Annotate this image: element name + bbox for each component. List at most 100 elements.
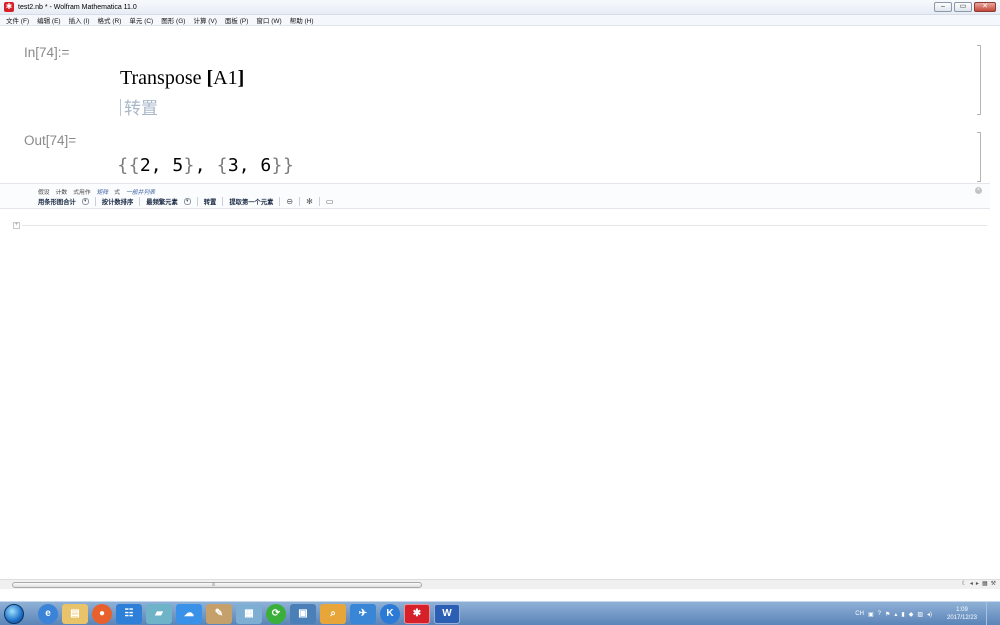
keyboard-icon[interactable]: ▦: [982, 580, 988, 587]
menu-file[interactable]: 文件 (F): [6, 15, 29, 25]
taskbar: e ▤ ● ☷ ▰ ☁ ✎ ▦ ⟳ ▣ ⌕ ✈ K ✱ W CH ▣ ? ⚑ ▴…: [0, 601, 1000, 625]
baidu-cloud-icon[interactable]: ☁: [176, 603, 202, 624]
language-indicator[interactable]: CH: [855, 611, 864, 618]
output-cell[interactable]: {{2, 5}, {3, 6}}: [117, 155, 294, 176]
separator: [139, 197, 141, 206]
input-function: Transpose: [120, 67, 202, 89]
scrollbar-thumb[interactable]: [12, 582, 422, 588]
dropdown-arrow-icon[interactable]: ▾: [81, 198, 89, 205]
output-cell-bracket[interactable]: [977, 132, 981, 182]
suggestion-most-common-button[interactable]: 最频繁元素: [146, 197, 177, 206]
search-icon[interactable]: ⌕: [320, 603, 346, 624]
separator: [196, 197, 198, 206]
menu-evaluation[interactable]: 计算 (V): [193, 15, 216, 25]
separator: [318, 197, 320, 206]
arrow-up-icon[interactable]: ▴: [894, 611, 897, 618]
battery-icon[interactable]: ▮: [901, 611, 904, 618]
insert-cell-plus-icon[interactable]: +: [13, 222, 20, 229]
volume-icon[interactable]: ◂): [927, 611, 932, 618]
output-row-2: 3, 6: [227, 155, 272, 176]
network-icon[interactable]: ▣: [290, 603, 316, 624]
menu-insert[interactable]: 插入 (I): [69, 15, 90, 25]
status-icons: ☾ ◂ ▸ ▦ ⚒: [962, 580, 996, 587]
shield-icon[interactable]: ◆: [909, 611, 914, 618]
input-label: In[74]:=: [24, 45, 70, 60]
suggestion-sort-by-count-button[interactable]: 按计数排序: [102, 197, 133, 206]
scrollbar-grip-icon: |||: [212, 581, 216, 586]
360-icon[interactable]: ⟳: [266, 603, 286, 624]
output-row-1: 2, 5: [139, 155, 184, 176]
output-brace: }: [282, 155, 295, 176]
start-button[interactable]: [4, 603, 24, 624]
tray-icons: CH ▣ ? ⚑ ▴ ▮ ◆ ▨ ◂): [855, 611, 932, 618]
close-button[interactable]: ✕: [974, 2, 996, 12]
output-label: Out[74]=: [24, 133, 77, 148]
zoom-icon[interactable]: ⊖: [286, 197, 293, 206]
menu-help[interactable]: 帮助 (H): [290, 15, 314, 25]
clock[interactable]: 1:09 2017/12/23: [942, 606, 982, 622]
title-bar: ✱ test2.nb * - Wolfram Mathematica 11.0 …: [0, 0, 1000, 15]
k-app-icon[interactable]: K: [380, 603, 400, 624]
help-icon[interactable]: ?: [878, 611, 881, 618]
moon-icon[interactable]: ☾: [962, 580, 967, 587]
maximize-button[interactable]: ▭: [954, 2, 972, 12]
notebook-area[interactable]: In[74]:= Transpose [A1] 转置 Out[74]= {{2,…: [0, 27, 1000, 583]
suggestion-info: 式: [114, 190, 121, 196]
close-suggestions-icon[interactable]: ×: [975, 187, 982, 194]
suggestion-info: 假设: [38, 190, 50, 196]
plane-icon[interactable]: ✈: [350, 603, 376, 624]
minimize-button[interactable]: –: [934, 2, 952, 12]
output-comma: ,: [194, 155, 217, 176]
suggestions-info-row: 假设 计数 式用作 矩阵 式 一般并列表: [38, 187, 155, 196]
word-icon[interactable]: W: [434, 603, 460, 624]
firefox-icon[interactable]: ●: [92, 603, 112, 624]
clock-date: 2017/12/23: [946, 615, 978, 621]
show-desktop-button[interactable]: [986, 602, 994, 625]
suggestion-bar-chart-button[interactable]: 用条形图合计: [38, 197, 76, 206]
app-grid-icon[interactable]: ☷: [116, 603, 142, 624]
dropdown-arrow-icon[interactable]: ▾: [183, 198, 191, 205]
taskbar-icons: e ▤ ● ☷ ▰ ☁ ✎ ▦ ⟳ ▣ ⌕ ✈ K ✱ W: [38, 603, 460, 624]
input-cell-bracket[interactable]: [977, 45, 981, 115]
menu-graphics[interactable]: 图形 (G): [161, 15, 185, 25]
cell-insertion-line: [22, 225, 987, 226]
notepad-icon[interactable]: ▰: [146, 603, 172, 624]
clock-time: 1:09: [956, 607, 968, 613]
input-hint: 转置: [120, 94, 158, 119]
suggestion-first-element-button[interactable]: 提取第一个元素: [229, 197, 273, 206]
separator: [299, 197, 301, 206]
menu-edit[interactable]: 编辑 (E): [37, 15, 60, 25]
separator: [222, 197, 224, 206]
system-tray: CH ▣ ? ⚑ ▴ ▮ ◆ ▨ ◂) 1:09 2017/12/23: [855, 602, 1000, 625]
input-argument: A1: [213, 67, 238, 89]
output-brace: {: [117, 155, 129, 176]
arrow-left-icon[interactable]: ◂: [970, 580, 973, 587]
arrow-right-icon[interactable]: ▸: [976, 580, 979, 587]
calculator-icon[interactable]: ▦: [236, 603, 262, 624]
menu-format[interactable]: 格式 (R): [98, 15, 122, 25]
suggestion-info-link[interactable]: 一般并列表: [126, 187, 155, 196]
suggestion-transpose-button[interactable]: 转置: [204, 197, 217, 206]
input-cell[interactable]: Transpose [A1]: [120, 67, 244, 90]
separator: [279, 197, 281, 206]
suggestion-info-link[interactable]: 矩阵: [97, 187, 109, 196]
hint-text: 转置: [124, 99, 158, 118]
flag-icon[interactable]: ⚑: [885, 611, 890, 618]
window-controls: – ▭ ✕: [934, 2, 996, 12]
mathematica-taskbar-icon[interactable]: ✱: [404, 603, 430, 624]
files-icon[interactable]: ▤: [62, 603, 88, 624]
paint-icon[interactable]: ✎: [206, 603, 232, 624]
gear-icon[interactable]: ✻: [306, 197, 313, 206]
network-tray-icon[interactable]: ▨: [917, 611, 923, 618]
menu-cell[interactable]: 单元 (C): [129, 15, 153, 25]
wrench-icon[interactable]: ⚒: [991, 580, 996, 587]
menu-window[interactable]: 窗口 (W): [256, 15, 281, 25]
separator: [94, 197, 96, 206]
comment-icon[interactable]: ▭: [326, 197, 334, 206]
window-title: test2.nb * - Wolfram Mathematica 11.0: [18, 3, 137, 11]
output-brace: }: [183, 155, 195, 176]
ime-icon[interactable]: ▣: [868, 611, 874, 618]
browser-e-icon[interactable]: e: [38, 603, 58, 624]
menu-palettes[interactable]: 面板 (P): [225, 15, 248, 25]
horizontal-scrollbar[interactable]: ||| ☾ ◂ ▸ ▦ ⚒: [0, 579, 1000, 589]
